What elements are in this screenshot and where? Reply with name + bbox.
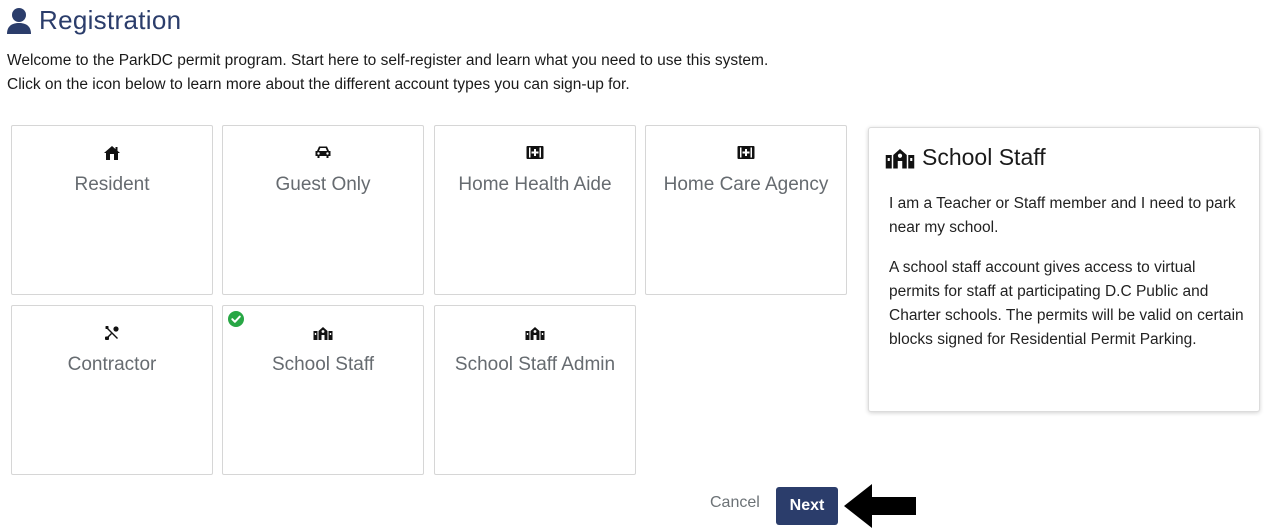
account-card-label: Resident (74, 174, 150, 195)
school-icon (525, 327, 545, 340)
arrow-left-icon (844, 484, 916, 528)
intro-line-2: Click on the icon below to learn more ab… (7, 76, 630, 93)
intro-text: Welcome to the ParkDC permit program. St… (7, 49, 768, 97)
account-card-label: School Staff (271, 354, 375, 375)
account-card-home-health-aide[interactable]: Home Health Aide (434, 125, 636, 295)
panel-paragraph-1: I am a Teacher or Staff member and I nee… (889, 195, 1236, 236)
next-button[interactable]: Next (776, 487, 838, 525)
school-icon (885, 148, 915, 168)
account-card-label: Guest Only (275, 174, 371, 195)
school-icon (313, 327, 333, 340)
account-card-school-staff[interactable]: School Staff (222, 305, 424, 475)
account-card-resident[interactable]: Resident (11, 125, 213, 295)
panel-paragraph-2: A school staff account gives access to v… (889, 259, 1244, 348)
intro-line-1: Welcome to the ParkDC permit program. St… (7, 52, 769, 69)
account-card-label: Home Care Agency (663, 174, 829, 195)
account-card-label: School Staff Admin (454, 354, 616, 375)
page-header: Registration (6, 5, 181, 36)
account-card-home-care-agency[interactable]: Home Care Agency (645, 125, 847, 295)
car-icon (315, 146, 331, 158)
account-card-guest-only[interactable]: Guest Only (222, 125, 424, 295)
page-title: Registration (39, 5, 182, 35)
panel-title: School Staff (922, 144, 1046, 170)
cancel-button[interactable]: Cancel (710, 494, 760, 512)
user-icon (7, 7, 31, 34)
medkit-icon (526, 146, 544, 159)
account-card-label: Contractor (67, 354, 157, 375)
medkit-icon (737, 146, 755, 159)
tools-icon (105, 326, 119, 340)
account-card-label: Home Health Aide (458, 174, 612, 195)
account-card-school-staff-admin[interactable]: School Staff Admin (434, 305, 636, 475)
account-info-panel: School Staff I am a Teacher or Staff mem… (868, 127, 1260, 412)
home-icon (104, 146, 120, 160)
account-card-contractor[interactable]: Contractor (11, 305, 213, 475)
